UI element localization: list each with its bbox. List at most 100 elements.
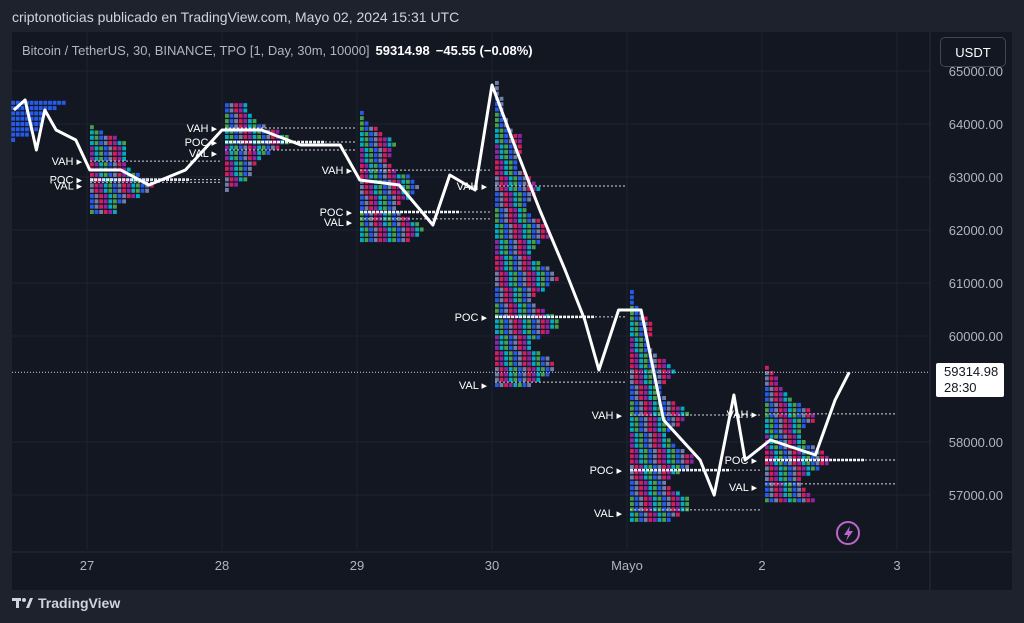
tpo-block [513,356,518,361]
tpo-block [378,200,383,205]
tpo-block [630,459,634,464]
tpo-block [671,512,676,517]
tpo-block [769,466,774,471]
tpo-block [527,340,531,345]
tpo-block [90,183,94,188]
tpo-block [513,239,518,244]
tpo-block [774,381,778,386]
tpo-block [518,277,522,282]
tpo-block [639,517,643,522]
tpo-block [499,335,504,340]
tpo-block [671,417,676,422]
poc-label: POC ▸ [590,465,623,477]
tpo-block [369,185,373,190]
tpo-block [774,482,778,487]
tpo-block [360,195,364,200]
tpo-block [639,507,643,512]
tpo-block [527,383,531,388]
tpo-block [513,224,518,229]
tpo-block [383,153,387,158]
tpo-block [131,183,136,188]
tpo-block [57,100,62,105]
tpo-block [499,213,504,218]
tpo-block [234,103,238,108]
tpo-block [666,512,671,517]
tpo-block [234,145,238,150]
tpo-block [778,434,783,439]
tpo-block [508,383,513,388]
tpo-block [504,165,508,170]
tpo-block [364,200,369,205]
tpo-block [126,194,131,199]
tpo-block [653,396,657,401]
tpo-block [513,234,518,239]
tpo-block [531,224,536,229]
currency-button[interactable]: USDT [940,37,1006,67]
tpo-block [806,408,811,413]
tpo-block [504,139,508,144]
y-tick-label: 62000.00 [949,223,1003,238]
tpo-block [769,498,774,503]
price-chart[interactable]: 65000.0064000.0063000.0062000.0061000.00… [0,0,1024,623]
tpo-block [671,502,676,507]
tpo-block [531,319,536,324]
tpo-block [504,345,508,350]
tpo-block [94,141,99,146]
tpo-block [113,188,117,193]
tpo-block [94,146,99,151]
tpo-block [545,266,550,271]
tpo-block [495,202,499,207]
tpo-block [499,356,504,361]
tpo-block [536,261,541,266]
tpo-block [527,361,531,366]
tpo-block [508,144,513,149]
tpo-block [508,250,513,255]
tpo-block [643,486,648,491]
tpo-block [508,340,513,345]
tpo-block [671,422,676,427]
tpo-block [634,427,639,432]
tpo-block [369,137,373,142]
tpo-profile: VAH ▸POC ▸VAL ▸ [455,80,625,392]
tpo-block [122,162,126,167]
tpo-block [34,116,39,121]
tpo-block [495,139,499,144]
tpo-block [495,86,499,91]
tpo-block [504,287,508,292]
tpo-block [243,134,248,139]
tpo-block [527,261,531,266]
tpo-block [662,369,666,374]
tpo-block [94,151,99,156]
tpo-block [401,238,406,243]
tpo-block [797,493,801,497]
tpo-block [806,445,811,450]
tpo-block [243,119,248,124]
tpo-block [495,181,499,186]
tpo-block [508,245,513,250]
tpo-block [11,127,16,132]
tpo-block [248,150,252,155]
tpo-block [508,202,513,207]
tpo-block [531,261,536,266]
tpo-block [495,271,499,276]
tpo-block [531,367,536,372]
tpo-block [536,330,541,335]
lightning-icon[interactable] [836,521,860,545]
tpo-block [117,151,122,156]
tpo-block [788,477,792,482]
tpo-block [495,367,499,372]
tpo-block [639,502,643,507]
tpo-block [410,185,415,190]
tpo-block [499,239,504,244]
tpo-block [369,190,373,195]
tpo-block [643,507,648,512]
last-price-label: 59314.98 28:30 [936,363,1004,397]
tpo-block [527,229,531,234]
tpo-block [508,261,513,266]
tpo-block [229,166,234,171]
tpo-block [20,111,25,116]
tpo-block [518,340,522,345]
tpo-block [504,266,508,271]
tpo-block [499,298,504,303]
tpo-block [518,208,522,213]
